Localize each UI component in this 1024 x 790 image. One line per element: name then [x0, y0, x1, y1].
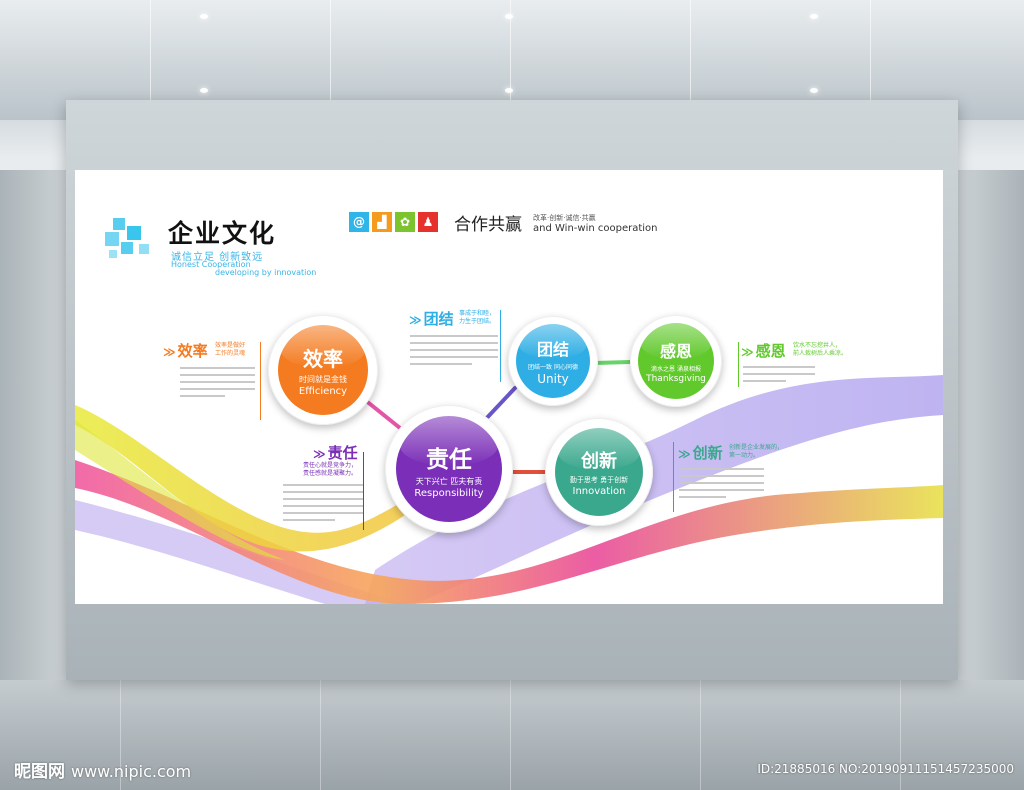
- double-chevron-icon: ≫: [313, 447, 326, 461]
- watermark-url: www.nipic.com: [71, 762, 192, 781]
- section-heading-innovation: ≫ 创新: [678, 442, 723, 463]
- section-note: 饮水不忘挖井人， 前人栽树后人乘凉。: [793, 342, 848, 357]
- left-wall: [0, 170, 70, 690]
- double-chevron-icon: ≫: [741, 345, 754, 359]
- flower-icon: ✿: [395, 212, 415, 232]
- section-heading-thanksgiving: ≫ 感恩: [741, 340, 786, 361]
- at-icon: @: [349, 212, 369, 232]
- section-title: 创新: [692, 444, 723, 462]
- circle-subtitle: 团结一致 同心同德: [528, 364, 578, 371]
- circle-english: Unity: [537, 372, 569, 386]
- circle-english: Efficiency: [298, 386, 348, 397]
- section-note: 创新是企业发展的， 第一动力。: [729, 444, 784, 459]
- section-title: 效率: [177, 342, 208, 360]
- section-title: 感恩: [755, 342, 786, 360]
- watermark-site-name: 昵图网: [14, 762, 65, 782]
- watermark-id: ID:21885016 NO:20190911151457235000: [757, 762, 1014, 776]
- right-wall: [954, 170, 1024, 690]
- slogan-en: and Win-win cooperation: [533, 223, 658, 234]
- circle-unity: 团结 团结一致 同心同德 Unity: [508, 316, 598, 406]
- slogan-cn: 合作共赢: [454, 215, 522, 235]
- circle-subtitle: 时间就是金钱: [299, 375, 347, 384]
- double-chevron-icon: ≫: [409, 313, 422, 327]
- circle-subtitle: 勤于思考 勇于创新: [569, 476, 629, 484]
- circle-english: Responsibility: [414, 487, 484, 499]
- culture-board: 企业文化 诚信立足 创新致远 Honest Cooperation develo…: [75, 170, 943, 604]
- circle-efficiency: 效率 时间就是金钱 Efficiency: [268, 315, 378, 425]
- divider: [363, 452, 364, 530]
- chart-icon: ▟: [372, 212, 392, 232]
- section-title: 责任: [327, 444, 358, 462]
- circle-english: Thanksgiving: [646, 374, 706, 384]
- logo-squares: [105, 218, 155, 262]
- page-title: 企业文化: [168, 219, 277, 248]
- double-chevron-icon: ≫: [678, 447, 691, 461]
- section-paragraph: [679, 468, 764, 503]
- circle-subtitle: 滴水之恩 涌泉相报: [651, 366, 701, 373]
- circle-thanksgiving: 感恩 滴水之恩 涌泉相报 Thanksgiving: [630, 315, 722, 407]
- section-paragraph: [283, 484, 363, 526]
- section-note: 事成于和睦， 力生于团结。: [459, 310, 496, 325]
- double-chevron-icon: ≫: [163, 345, 176, 359]
- subtitle-en-2: developing by innovation: [215, 268, 317, 277]
- circle-subtitle: 天下兴亡 匹夫有责: [415, 476, 483, 486]
- divider: [673, 442, 674, 512]
- person-icon: ♟: [418, 212, 438, 232]
- section-note: 责任心就是竞争力， 责任感就是凝聚力。: [303, 462, 358, 477]
- circle-innovation: 创新 勤于思考 勇于创新 Innovation: [545, 418, 653, 526]
- circle-english: Innovation: [572, 486, 626, 497]
- circle-responsibility: 责任 天下兴亡 匹夫有责 Responsibility: [385, 405, 513, 533]
- divider: [500, 310, 501, 382]
- section-heading-responsibility: ≫ 责任: [313, 442, 358, 463]
- section-title: 团结: [423, 310, 454, 328]
- section-paragraph: [743, 366, 815, 387]
- header-icon-row: @ ▟ ✿ ♟: [349, 212, 438, 232]
- slogan-small: 改革·创新·诚信·共赢: [533, 214, 596, 222]
- divider: [738, 342, 739, 387]
- section-note: 效率是做好 工作的灵魂: [215, 342, 246, 357]
- section-paragraph: [180, 367, 255, 402]
- section-heading-efficiency: ≫ 效率: [163, 340, 208, 361]
- section-paragraph: [410, 335, 498, 370]
- section-heading-unity: ≫ 团结: [409, 308, 454, 329]
- watermark-site: 昵图网 www.nipic.com: [14, 757, 191, 782]
- divider: [260, 342, 261, 420]
